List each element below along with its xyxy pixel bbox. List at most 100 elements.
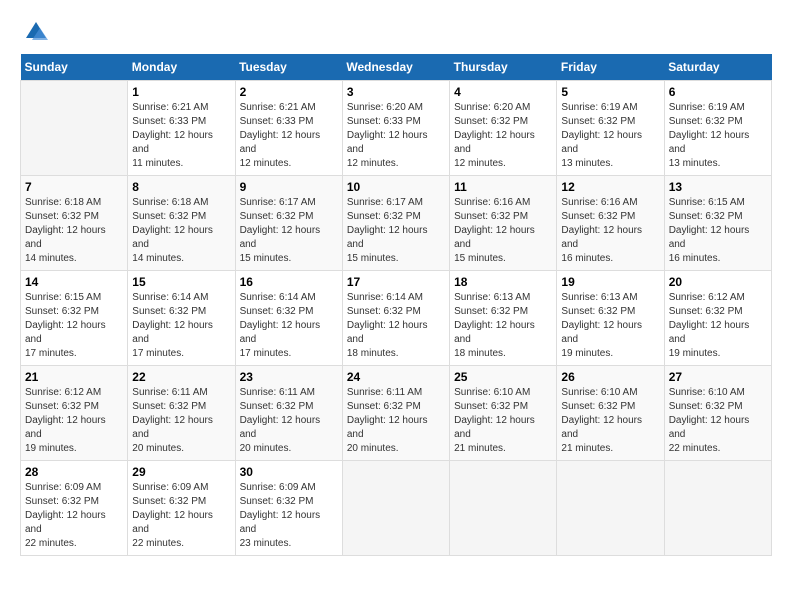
day-number: 11 — [454, 180, 552, 194]
logo-icon — [24, 20, 48, 44]
day-number: 23 — [240, 370, 338, 384]
day-number: 20 — [669, 275, 767, 289]
day-info: Sunrise: 6:14 AMSunset: 6:32 PMDaylight:… — [132, 291, 230, 361]
day-number: 4 — [454, 85, 552, 99]
day-number: 26 — [561, 370, 659, 384]
day-number: 14 — [25, 275, 123, 289]
day-number: 17 — [347, 275, 445, 289]
day-info: Sunrise: 6:09 AMSunset: 6:32 PMDaylight:… — [25, 481, 123, 551]
calendar-week-row: 1 Sunrise: 6:21 AMSunset: 6:33 PMDaylight… — [21, 81, 772, 176]
day-info: Sunrise: 6:16 AMSunset: 6:32 PMDaylight:… — [454, 196, 552, 266]
day-number: 21 — [25, 370, 123, 384]
day-number: 12 — [561, 180, 659, 194]
calendar-day-cell: 13 Sunrise: 6:15 AMSunset: 6:32 PMDayligh… — [664, 176, 771, 271]
calendar-day-cell: 2 Sunrise: 6:21 AMSunset: 6:33 PMDaylight… — [235, 81, 342, 176]
calendar-day-cell: 20 Sunrise: 6:12 AMSunset: 6:32 PMDayligh… — [664, 271, 771, 366]
calendar-day-cell: 4 Sunrise: 6:20 AMSunset: 6:32 PMDaylight… — [450, 81, 557, 176]
day-number: 15 — [132, 275, 230, 289]
day-info: Sunrise: 6:15 AMSunset: 6:32 PMDaylight:… — [669, 196, 767, 266]
day-info: Sunrise: 6:20 AMSunset: 6:33 PMDaylight:… — [347, 101, 445, 171]
day-info: Sunrise: 6:12 AMSunset: 6:32 PMDaylight:… — [25, 386, 123, 456]
day-info: Sunrise: 6:18 AMSunset: 6:32 PMDaylight:… — [25, 196, 123, 266]
day-info: Sunrise: 6:10 AMSunset: 6:32 PMDaylight:… — [561, 386, 659, 456]
day-number: 7 — [25, 180, 123, 194]
calendar-day-cell: 30 Sunrise: 6:09 AMSunset: 6:32 PMDayligh… — [235, 461, 342, 556]
calendar-day-cell: 18 Sunrise: 6:13 AMSunset: 6:32 PMDayligh… — [450, 271, 557, 366]
day-number: 22 — [132, 370, 230, 384]
day-info: Sunrise: 6:10 AMSunset: 6:32 PMDaylight:… — [454, 386, 552, 456]
calendar-day-cell: 17 Sunrise: 6:14 AMSunset: 6:32 PMDayligh… — [342, 271, 449, 366]
day-info: Sunrise: 6:17 AMSunset: 6:32 PMDaylight:… — [347, 196, 445, 266]
day-number: 1 — [132, 85, 230, 99]
day-of-week-header: Monday — [128, 54, 235, 81]
day-info: Sunrise: 6:14 AMSunset: 6:32 PMDaylight:… — [240, 291, 338, 361]
calendar-day-cell: 3 Sunrise: 6:20 AMSunset: 6:33 PMDaylight… — [342, 81, 449, 176]
day-number: 28 — [25, 465, 123, 479]
calendar-day-cell: 16 Sunrise: 6:14 AMSunset: 6:32 PMDayligh… — [235, 271, 342, 366]
day-info: Sunrise: 6:10 AMSunset: 6:32 PMDaylight:… — [669, 386, 767, 456]
day-number: 16 — [240, 275, 338, 289]
day-number: 27 — [669, 370, 767, 384]
calendar-day-cell: 27 Sunrise: 6:10 AMSunset: 6:32 PMDayligh… — [664, 366, 771, 461]
calendar-week-row: 7 Sunrise: 6:18 AMSunset: 6:32 PMDaylight… — [21, 176, 772, 271]
day-of-week-header: Friday — [557, 54, 664, 81]
calendar-day-cell: 28 Sunrise: 6:09 AMSunset: 6:32 PMDayligh… — [21, 461, 128, 556]
day-info: Sunrise: 6:09 AMSunset: 6:32 PMDaylight:… — [132, 481, 230, 551]
calendar-day-cell: 14 Sunrise: 6:15 AMSunset: 6:32 PMDayligh… — [21, 271, 128, 366]
calendar-day-cell: 1Sunrise: 6:21 AMSunset: 6:33 PMDaylight… — [128, 81, 235, 176]
day-number: 6 — [669, 85, 767, 99]
calendar-day-cell: 23 Sunrise: 6:11 AMSunset: 6:32 PMDayligh… — [235, 366, 342, 461]
day-info: Sunrise: 6:19 AMSunset: 6:32 PMDaylight:… — [669, 101, 767, 171]
calendar-day-cell — [342, 461, 449, 556]
calendar-day-cell: 25 Sunrise: 6:10 AMSunset: 6:32 PMDayligh… — [450, 366, 557, 461]
day-info: Sunrise: 6:14 AMSunset: 6:32 PMDaylight:… — [347, 291, 445, 361]
calendar-day-cell: 24Sunrise: 6:11 AMSunset: 6:32 PMDayligh… — [342, 366, 449, 461]
day-info: Sunrise: 6:18 AMSunset: 6:32 PMDaylight:… — [132, 196, 230, 266]
day-of-week-header: Tuesday — [235, 54, 342, 81]
day-info: Sunrise: 6:15 AMSunset: 6:32 PMDaylight:… — [25, 291, 123, 361]
calendar-day-cell: 8 Sunrise: 6:18 AMSunset: 6:32 PMDaylight… — [128, 176, 235, 271]
day-number: 19 — [561, 275, 659, 289]
calendar-day-cell: 5Sunrise: 6:19 AMSunset: 6:32 PMDaylight… — [557, 81, 664, 176]
day-number: 2 — [240, 85, 338, 99]
calendar-day-cell: 19 Sunrise: 6:13 AMSunset: 6:32 PMDayligh… — [557, 271, 664, 366]
day-number: 10 — [347, 180, 445, 194]
day-info: Sunrise: 6:20 AMSunset: 6:32 PMDaylight:… — [454, 101, 552, 171]
day-info: Sunrise: 6:12 AMSunset: 6:32 PMDaylight:… — [669, 291, 767, 361]
calendar-day-cell — [450, 461, 557, 556]
day-info: Sunrise: 6:09 AMSunset: 6:32 PMDaylight:… — [240, 481, 338, 551]
calendar-header-row: SundayMondayTuesdayWednesdayThursdayFrid… — [21, 54, 772, 81]
calendar-day-cell: 9 Sunrise: 6:17 AMSunset: 6:32 PMDaylight… — [235, 176, 342, 271]
day-info: Sunrise: 6:11 AMSunset: 6:32 PMDaylight:… — [347, 386, 445, 456]
day-number: 13 — [669, 180, 767, 194]
calendar-day-cell: 21 Sunrise: 6:12 AMSunset: 6:32 PMDayligh… — [21, 366, 128, 461]
day-number: 29 — [132, 465, 230, 479]
day-of-week-header: Wednesday — [342, 54, 449, 81]
calendar-table: SundayMondayTuesdayWednesdayThursdayFrid… — [20, 54, 772, 556]
day-number: 25 — [454, 370, 552, 384]
calendar-day-cell: 7 Sunrise: 6:18 AMSunset: 6:32 PMDaylight… — [21, 176, 128, 271]
calendar-week-row: 21 Sunrise: 6:12 AMSunset: 6:32 PMDayligh… — [21, 366, 772, 461]
day-number: 30 — [240, 465, 338, 479]
day-number: 9 — [240, 180, 338, 194]
day-number: 3 — [347, 85, 445, 99]
day-info: Sunrise: 6:16 AMSunset: 6:32 PMDaylight:… — [561, 196, 659, 266]
page-header — [20, 20, 772, 44]
day-info: Sunrise: 6:21 AMSunset: 6:33 PMDaylight:… — [240, 101, 338, 171]
calendar-day-cell: 15 Sunrise: 6:14 AMSunset: 6:32 PMDayligh… — [128, 271, 235, 366]
day-number: 18 — [454, 275, 552, 289]
calendar-week-row: 28 Sunrise: 6:09 AMSunset: 6:32 PMDayligh… — [21, 461, 772, 556]
day-of-week-header: Thursday — [450, 54, 557, 81]
calendar-week-row: 14 Sunrise: 6:15 AMSunset: 6:32 PMDayligh… — [21, 271, 772, 366]
day-info: Sunrise: 6:17 AMSunset: 6:32 PMDaylight:… — [240, 196, 338, 266]
day-info: Sunrise: 6:11 AMSunset: 6:32 PMDaylight:… — [240, 386, 338, 456]
calendar-day-cell: 11 Sunrise: 6:16 AMSunset: 6:32 PMDayligh… — [450, 176, 557, 271]
calendar-day-cell — [664, 461, 771, 556]
calendar-day-cell: 10 Sunrise: 6:17 AMSunset: 6:32 PMDayligh… — [342, 176, 449, 271]
day-info: Sunrise: 6:13 AMSunset: 6:32 PMDaylight:… — [454, 291, 552, 361]
logo — [20, 20, 48, 44]
calendar-day-cell: 22Sunrise: 6:11 AMSunset: 6:32 PMDayligh… — [128, 366, 235, 461]
day-info: Sunrise: 6:13 AMSunset: 6:32 PMDaylight:… — [561, 291, 659, 361]
day-number: 8 — [132, 180, 230, 194]
day-number: 5 — [561, 85, 659, 99]
